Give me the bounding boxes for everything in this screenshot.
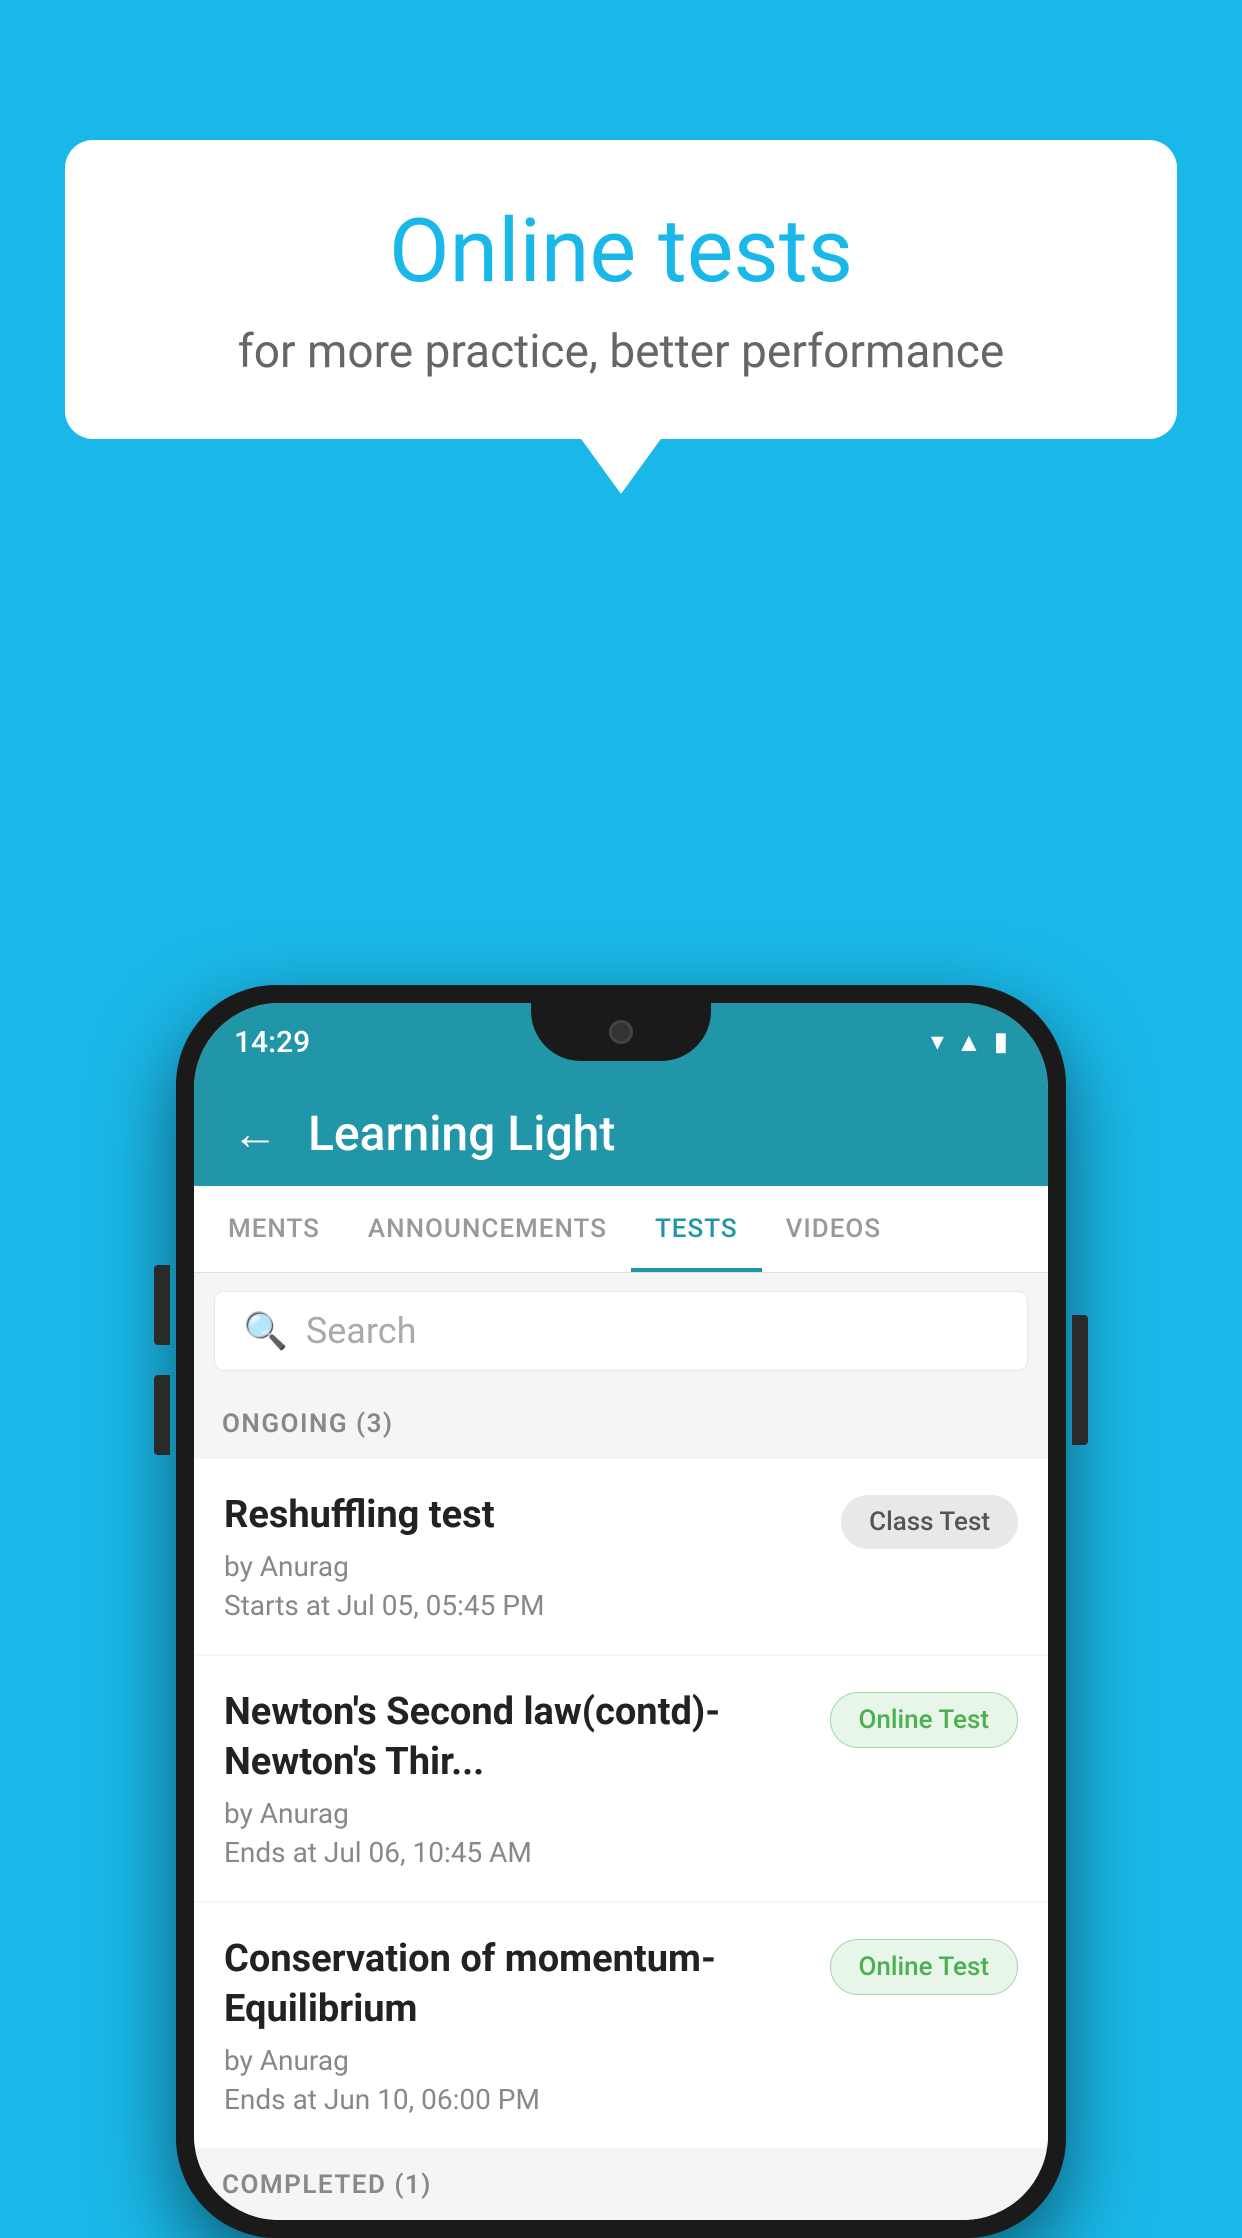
test-badge-newtons: Online Test [830,1692,1019,1748]
test-info-reshuffling: Reshuffling test by Anurag Starts at Jul… [224,1491,821,1622]
test-date-reshuffling: Starts at Jul 05, 05:45 PM [224,1589,821,1622]
search-box[interactable]: 🔍 Search [214,1291,1028,1371]
test-item-reshuffling[interactable]: Reshuffling test by Anurag Starts at Jul… [194,1459,1048,1654]
tab-announcements[interactable]: ANNOUNCEMENTS [344,1186,631,1272]
wifi-icon: ▾ [931,1027,944,1057]
back-button[interactable]: ← [232,1111,278,1157]
tabs-bar: MENTS ANNOUNCEMENTS TESTS VIDEOS [194,1186,1048,1273]
test-item-newtons[interactable]: Newton's Second law(contd)-Newton's Thir… [194,1656,1048,1901]
status-bar: 14:29 ▾ ▲ ▮ [194,1003,1048,1081]
phone-mockup: 14:29 ▾ ▲ ▮ ← Learning Light MENTS [176,985,1066,2238]
search-placeholder: Search [306,1310,417,1352]
search-icon: 🔍 [243,1310,288,1352]
speech-bubble-container: Online tests for more practice, better p… [65,140,1177,439]
completed-section-header: COMPLETED (1) [194,2150,1048,2220]
camera [609,1020,633,1044]
notch [531,1003,711,1061]
search-container: 🔍 Search [194,1273,1048,1389]
test-badge-conservation: Online Test [830,1939,1019,1995]
speech-bubble-subtitle: for more practice, better performance [135,325,1107,379]
volume-down-button [154,1375,170,1455]
clock: 14:29 [234,1025,310,1060]
tab-tests[interactable]: TESTS [631,1186,762,1272]
test-name-reshuffling: Reshuffling test [224,1491,821,1540]
status-icons: ▾ ▲ ▮ [931,1027,1008,1058]
ongoing-section-header: ONGOING (3) [194,1389,1048,1459]
power-button [1072,1315,1088,1445]
test-date-conservation: Ends at Jun 10, 06:00 PM [224,2083,810,2116]
speech-bubble: Online tests for more practice, better p… [65,140,1177,439]
app-title: Learning Light [308,1105,615,1162]
test-by-reshuffling: by Anurag [224,1550,821,1583]
test-info-newtons: Newton's Second law(contd)-Newton's Thir… [224,1688,810,1869]
test-by-conservation: by Anurag [224,2044,810,2077]
test-badge-reshuffling: Class Test [841,1495,1018,1549]
test-name-newtons: Newton's Second law(contd)-Newton's Thir… [224,1688,810,1787]
tab-videos[interactable]: VIDEOS [762,1186,905,1272]
battery-icon: ▮ [994,1027,1008,1057]
test-by-newtons: by Anurag [224,1797,810,1830]
volume-up-button [154,1265,170,1345]
signal-icon: ▲ [956,1027,982,1058]
speech-bubble-title: Online tests [135,200,1107,303]
test-item-conservation[interactable]: Conservation of momentum-Equilibrium by … [194,1903,1048,2148]
tab-ments[interactable]: MENTS [204,1186,344,1272]
test-date-newtons: Ends at Jul 06, 10:45 AM [224,1836,810,1869]
app-header: ← Learning Light [194,1081,1048,1186]
test-info-conservation: Conservation of momentum-Equilibrium by … [224,1935,810,2116]
test-name-conservation: Conservation of momentum-Equilibrium [224,1935,810,2034]
